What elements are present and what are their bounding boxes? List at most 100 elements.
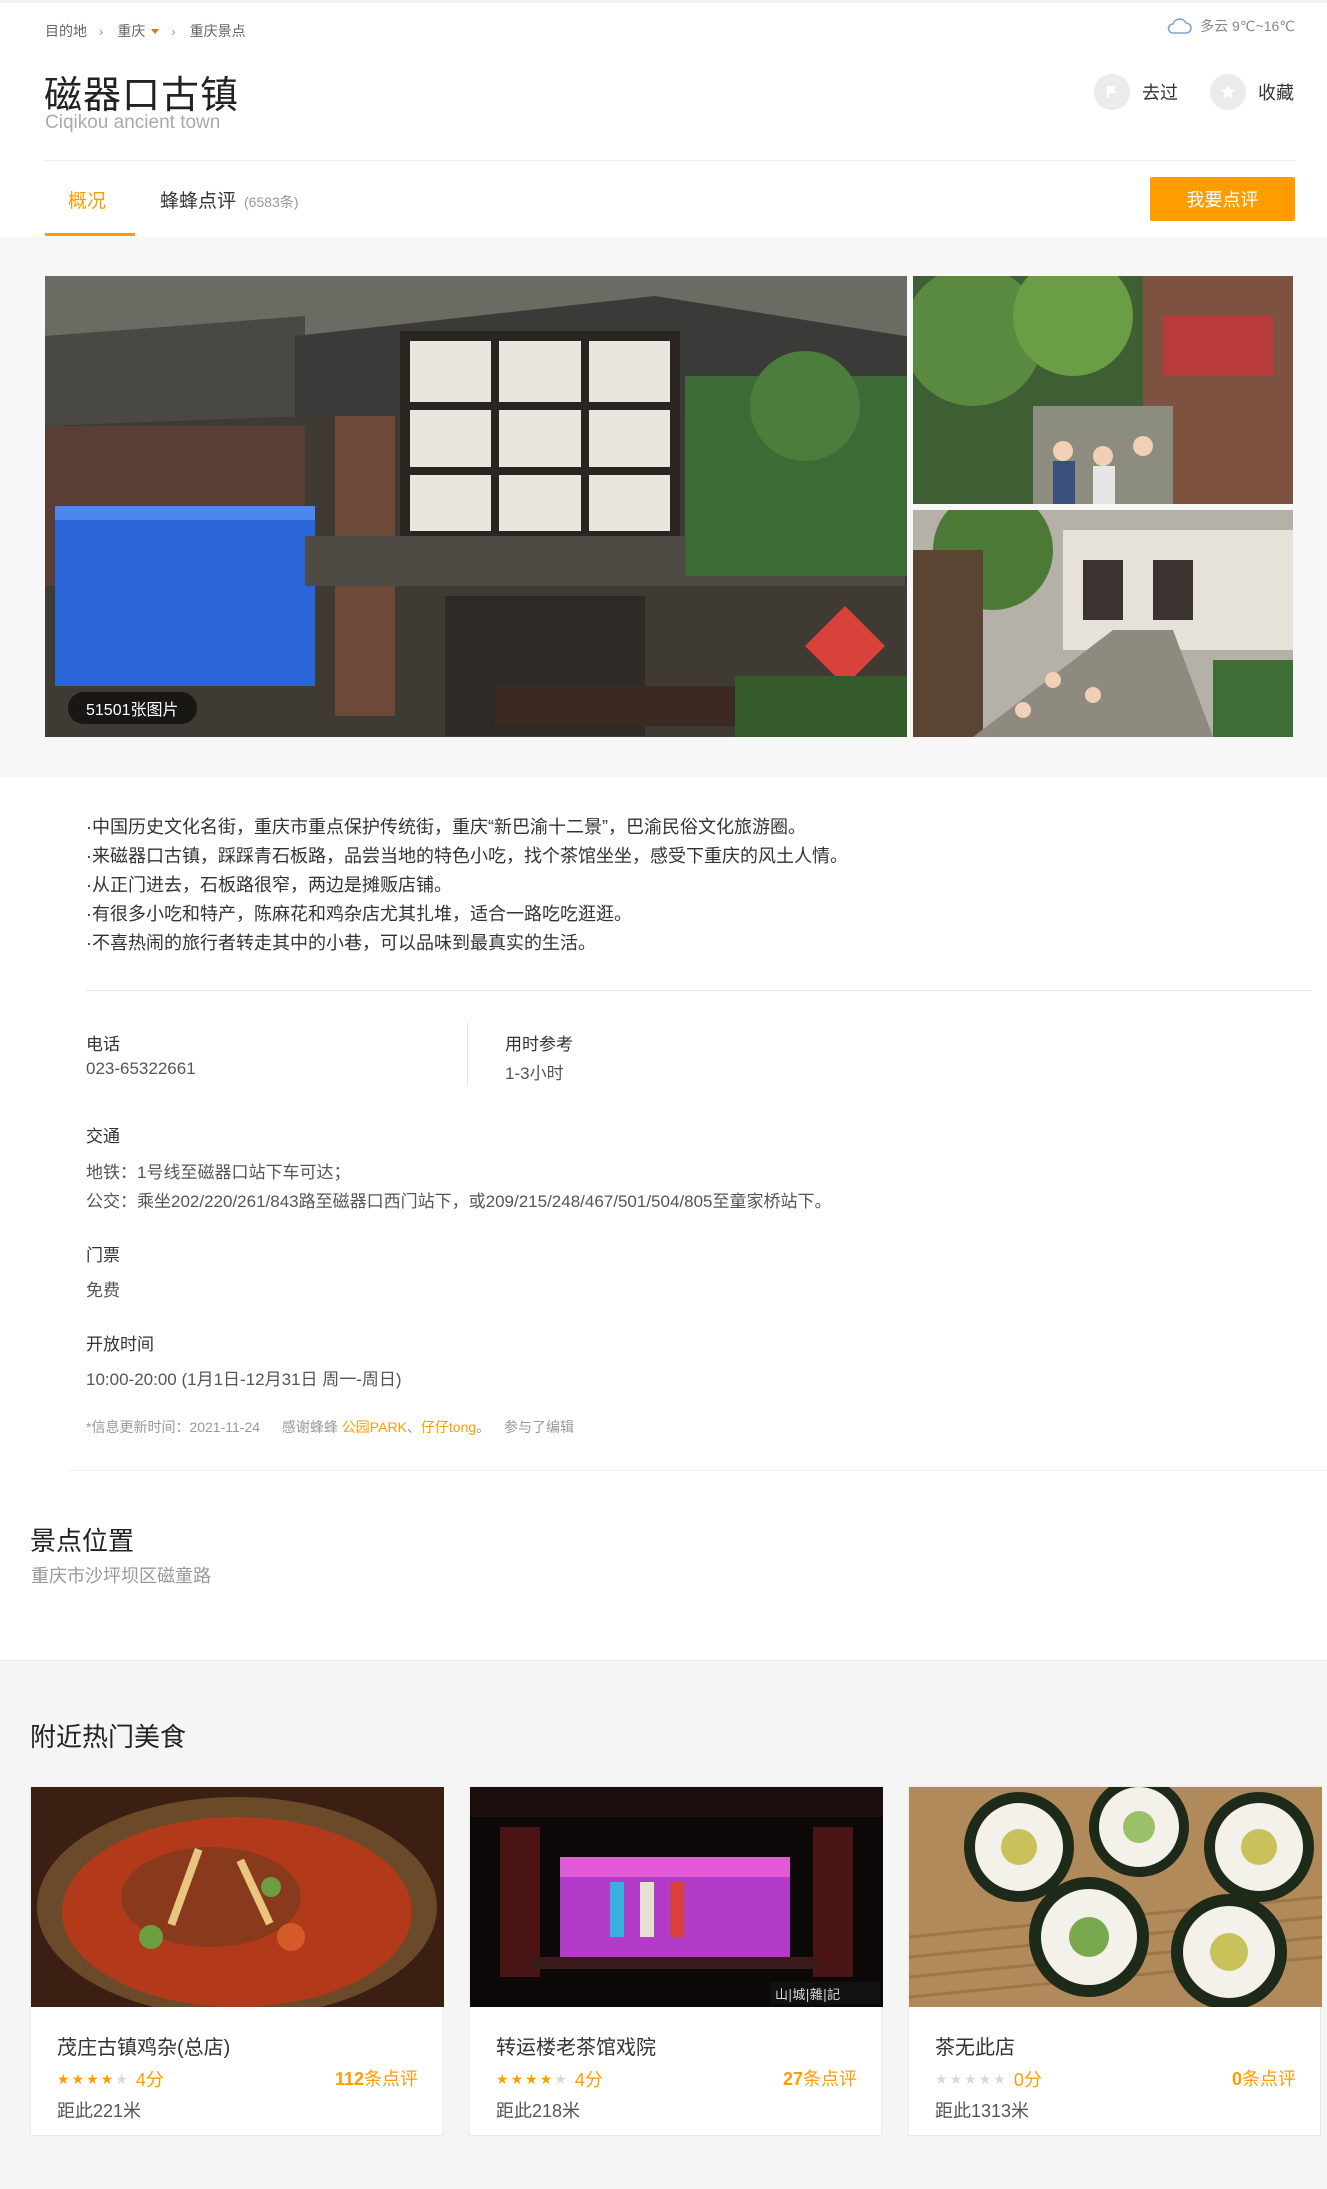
review-count-unit: 条点评: [1242, 2069, 1296, 2089]
cloud-icon: [1167, 18, 1192, 34]
flag-icon: [1094, 74, 1130, 110]
food-card-name[interactable]: 茶无此店: [935, 2031, 1015, 2060]
summary-item: ·不喜热闹的旅行者转走其中的小巷，可以品味到最真实的生活。: [86, 933, 596, 953]
top-border: [0, 0, 1327, 3]
header-divider: [45, 160, 1295, 161]
distance: 距此218米: [496, 2097, 580, 2123]
rating-stars: ★ ★ ★ ★ ★ 4分: [57, 2066, 164, 2092]
phone-value: 023-65322661: [86, 1059, 196, 1078]
summary-item: ·中国历史文化名街，重庆市重点保护传统街，重庆“新巴渝十二景”，巴渝民俗文化旅游…: [86, 817, 806, 837]
update-note: *信息更新时间：2021-11-24 感谢蜂蜂 公园PARK、仔仔tong。 参…: [86, 1417, 574, 1437]
weather-widget: 多云 9℃~16℃: [1166, 16, 1295, 36]
phone-label: 电话: [86, 1035, 120, 1054]
star-icon: ★: [100, 2070, 114, 2087]
food-card-name[interactable]: 转运楼老茶馆戏院: [496, 2031, 656, 2060]
star-icon: ★: [496, 2070, 509, 2087]
summary-item: ·有很多小吃和特产，陈麻花和鸡杂店尤其扎堆，适合一路吃吃逛逛。: [86, 904, 632, 924]
distance: 距此221米: [57, 2097, 141, 2123]
hours-value: 10:00-20:00 (1月1日-12月31日 周一-周日): [86, 1370, 402, 1389]
star-icon: ★: [993, 2070, 1006, 2087]
breadcrumb-chongqing-sights[interactable]: 重庆景点: [190, 21, 246, 41]
update-note-sep: 、: [406, 1419, 421, 1435]
summary-divider: [86, 990, 1311, 991]
food-card-image[interactable]: [909, 1787, 1322, 2007]
food-card[interactable]: 茂庄古镇鸡杂(总店) ★ ★ ★ ★ ★ 4分 112条点评 距此221米: [30, 1786, 444, 2136]
been-label: 去过: [1142, 83, 1178, 103]
distance-prefix: 距此: [57, 2101, 93, 2121]
food-card[interactable]: 茶无此店 ★ ★ ★ ★ ★ 0分 0条点评 距此1313米: [908, 1786, 1322, 2136]
star-icon: ★: [935, 2070, 948, 2087]
ticket-value: 免费: [86, 1281, 120, 1300]
review-count-unit: 条点评: [803, 2069, 857, 2089]
breadcrumb-destination[interactable]: 目的地: [45, 21, 87, 41]
review-count-number: 27: [782, 2069, 803, 2089]
update-note-period: 。: [476, 1419, 491, 1435]
summary-list: ·中国历史文化名街，重庆市重点保护传统街，重庆“新巴渝十二景”，巴渝民俗文化旅游…: [86, 813, 848, 958]
rating-score: 4分: [135, 2070, 164, 2090]
distance-value: 221米: [93, 2101, 142, 2121]
been-button[interactable]: 去过: [1094, 74, 1178, 110]
tab-overview[interactable]: 概况: [68, 186, 106, 213]
rating-stars: ★ ★ ★ ★ ★ 4分: [496, 2066, 603, 2092]
chevron-right-icon: ›: [171, 23, 176, 39]
time-ref-value: 1-3小时: [505, 1064, 564, 1083]
summary-item: ·来磁器口古镇，踩踩青石板路，品尝当地的特色小吃，找个茶馆坐坐，感受下重庆的风土…: [86, 846, 848, 866]
star-icon: ★: [525, 2070, 538, 2087]
photo-count-badge[interactable]: 51501张图片: [68, 692, 197, 724]
review-count-number: 0: [1231, 2069, 1242, 2089]
food-card-image[interactable]: [31, 1787, 444, 2007]
distance-value: 1313米: [971, 2101, 1030, 2121]
main-photo[interactable]: [45, 276, 907, 737]
tab-active-indicator: [45, 233, 135, 236]
location-title: 景点位置: [30, 1526, 135, 1556]
svg-text:山|城|雜|記: 山|城|雜|記: [775, 1987, 840, 2003]
food-card-name[interactable]: 茂庄古镇鸡杂(总店): [57, 2031, 230, 2060]
write-review-button[interactable]: 我要点评: [1150, 177, 1295, 221]
tab-reviews-label: 蜂蜂点评: [160, 191, 237, 212]
breadcrumb: 目的地 › 重庆 › 重庆景点: [45, 21, 246, 41]
traffic-bus: 公交：乘坐202/220/261/843路至磁器口西门站下，或209/215/2…: [86, 1192, 832, 1211]
star-icon: ★: [510, 2070, 524, 2087]
star-icon: ★: [554, 2070, 567, 2087]
distance-value: 218米: [532, 2101, 581, 2121]
editor-link-1[interactable]: 公园PARK: [342, 1419, 407, 1435]
nearby-food-title: 附近热门美食: [30, 1722, 187, 1752]
star-icon: [1210, 74, 1246, 110]
info-vertical-divider: [467, 1022, 468, 1086]
favorite-button[interactable]: 收藏: [1210, 74, 1294, 110]
update-note-thanks: 感谢蜂蜂: [281, 1419, 338, 1435]
distance-prefix: 距此: [496, 2101, 532, 2121]
review-count-unit: 条点评: [364, 2069, 418, 2089]
food-card[interactable]: 山|城|雜|記 转运楼老茶馆戏院 ★ ★ ★ ★ ★ 4分 27条点评 距此218米: [469, 1786, 883, 2136]
review-count-number: 112: [334, 2069, 364, 2089]
update-note-date: *信息更新时间：2021-11-24: [86, 1419, 261, 1435]
side-photo-bottom[interactable]: [913, 510, 1293, 737]
review-count[interactable]: 112条点评: [335, 2065, 418, 2091]
tab-reviews-count: (6583条): [244, 194, 299, 210]
tab-reviews[interactable]: 蜂蜂点评 (6583条): [160, 186, 298, 213]
breadcrumb-chongqing[interactable]: 重庆: [117, 21, 145, 41]
star-icon: ★: [978, 2070, 992, 2087]
review-count[interactable]: 27条点评: [783, 2065, 857, 2091]
distance-prefix: 距此: [935, 2101, 971, 2121]
info-divider: [68, 1470, 1327, 1471]
star-icon: ★: [539, 2070, 553, 2087]
caret-down-icon[interactable]: [151, 28, 160, 34]
ticket-label: 门票: [86, 1246, 120, 1265]
page-subtitle-en: Ciqikou ancient town: [45, 112, 221, 133]
weather-text: 多云 9℃~16℃: [1200, 18, 1295, 34]
rating-score: 0分: [1013, 2070, 1042, 2090]
food-card-image[interactable]: 山|城|雜|記: [470, 1787, 883, 2007]
rating-stars: ★ ★ ★ ★ ★ 0分: [935, 2066, 1042, 2092]
star-icon: ★: [57, 2070, 70, 2087]
location-address: 重庆市沙坪坝区磁童路: [31, 1566, 211, 1586]
star-icon: ★: [949, 2070, 963, 2087]
star-icon: ★: [115, 2070, 128, 2087]
favorite-label: 收藏: [1258, 83, 1294, 103]
summary-item: ·从正门进去，石板路很窄，两边是摊贩店铺。: [86, 875, 452, 895]
side-photo-top[interactable]: [913, 276, 1293, 504]
page-title: 磁器口古镇: [44, 75, 240, 117]
review-count[interactable]: 0条点评: [1232, 2065, 1296, 2091]
star-icon: ★: [964, 2070, 977, 2087]
editor-link-2[interactable]: 仔仔tong: [421, 1419, 476, 1435]
